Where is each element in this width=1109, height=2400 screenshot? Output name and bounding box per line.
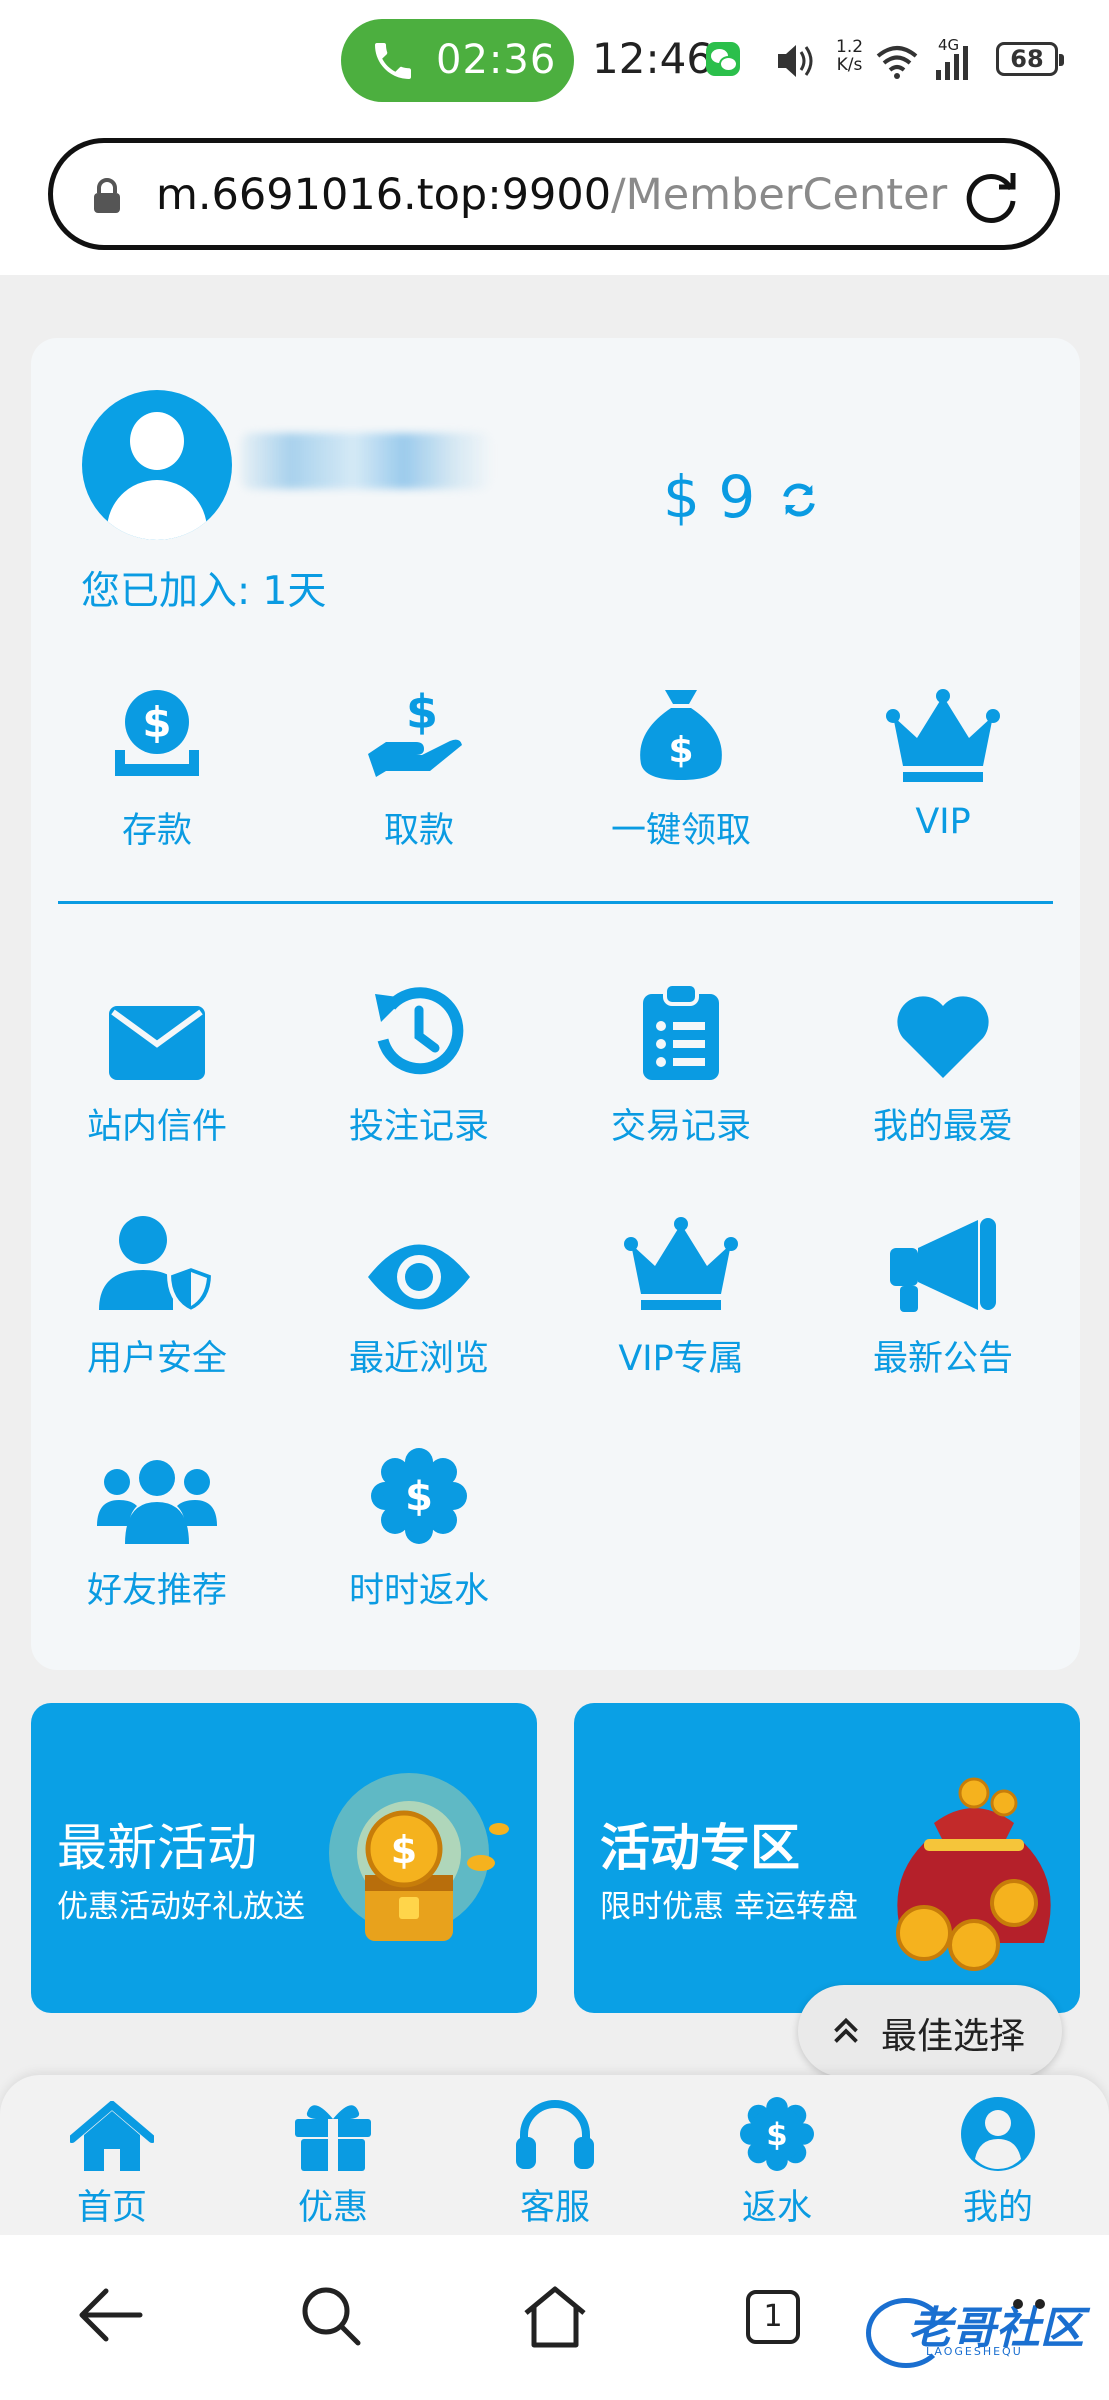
reload-icon[interactable] — [963, 167, 1021, 225]
svg-text:$: $ — [142, 698, 171, 747]
wechat-notification-icon — [706, 42, 740, 76]
nav-customer-service[interactable]: 客服 — [475, 2097, 635, 2230]
clock: 12:46 — [592, 34, 714, 83]
tab-count-button[interactable]: 1 — [746, 2290, 800, 2344]
double-chevron-up-icon — [834, 2017, 858, 2043]
member-card: 您已加入: 1天 $ 9 $ 存款 $ 取款 $ 一键领取 VIP 站内信件 投… — [31, 338, 1080, 1670]
heart-icon — [897, 996, 989, 1078]
url-path: /MemberCenter — [611, 170, 948, 220]
menu-instant-rebate[interactable]: $ 时时返水 — [289, 1438, 549, 1613]
svg-text:$: $ — [766, 2117, 787, 2153]
nav-rebate[interactable]: $ 返水 — [697, 2097, 857, 2230]
network-speed: 1.2 K/s — [836, 37, 864, 75]
promo-latest-events[interactable]: 最新活动 优惠活动好礼放送 $ — [31, 1703, 537, 2013]
home-icon[interactable] — [522, 2285, 588, 2349]
menu-refer-friends[interactable]: 好友推荐 — [27, 1438, 287, 1613]
treasure-chest-illustration: $ — [329, 1773, 509, 1941]
nav-promotions[interactable]: 优惠 — [253, 2097, 413, 2230]
best-choice-button[interactable]: 最佳选择 — [798, 1985, 1062, 2077]
site-bottom-nav: 首页 优惠 客服 $ 返水 我的 — [0, 2075, 1109, 2235]
promo-title: 最新活动 — [57, 1819, 257, 1877]
menu-vip-exclusive[interactable]: VIP专属 — [551, 1206, 811, 1381]
joined-days: 您已加入: 1天 — [81, 569, 327, 614]
withdraw-button[interactable]: $ 取款 — [289, 678, 549, 853]
headset-icon — [516, 2100, 594, 2169]
megaphone-icon — [890, 1218, 996, 1312]
phone-icon — [375, 43, 411, 79]
menu-favorites[interactable]: 我的最爱 — [813, 974, 1073, 1149]
member-center-page: 您已加入: 1天 $ 9 $ 存款 $ 取款 $ 一键领取 VIP 站内信件 投… — [0, 275, 1109, 2235]
url-host: m.6691016.top:9900 — [156, 170, 612, 220]
address-bar[interactable]: m.6691016.top:9900/MemberCenter — [48, 138, 1060, 250]
nav-home[interactable]: 首页 — [32, 2097, 192, 2230]
menu-announcements[interactable]: 最新公告 — [813, 1206, 1073, 1381]
crown-icon — [886, 689, 1000, 782]
volume-icon — [778, 45, 813, 77]
crown-icon — [624, 1217, 738, 1310]
call-timer: 02:36 — [436, 37, 557, 83]
gift-icon — [295, 2105, 371, 2171]
menu-recent-views[interactable]: 最近浏览 — [289, 1206, 549, 1381]
history-icon — [375, 987, 464, 1075]
one-click-claim-button[interactable]: $ 一键领取 — [551, 678, 811, 853]
svg-text:$: $ — [406, 685, 438, 739]
promo-event-zone[interactable]: 活动专区 限时优惠 幸运转盘 — [574, 1703, 1080, 2013]
watermark-subtext: LAOGESHEQU — [926, 2345, 1023, 2358]
more-menu-icon[interactable] — [1010, 2297, 1050, 2311]
ongoing-call-pill[interactable]: 02:36 — [341, 19, 574, 102]
dollar-badge-icon: $ — [740, 2097, 814, 2171]
network-type: 4G — [938, 36, 960, 54]
svg-text:$: $ — [668, 730, 693, 771]
promo-subtitle: 优惠活动好礼放送 — [57, 1889, 305, 1925]
home-icon — [70, 2101, 154, 2171]
balance: $ 9 — [663, 463, 756, 531]
promo-title: 活动专区 — [600, 1819, 800, 1877]
wifi-icon — [876, 46, 918, 79]
vip-button[interactable]: VIP — [813, 678, 1073, 842]
deposit-button[interactable]: $ 存款 — [27, 678, 287, 853]
menu-bet-records[interactable]: 投注记录 — [289, 974, 549, 1149]
eye-icon — [368, 1244, 470, 1310]
nav-profile[interactable]: 我的 — [918, 2097, 1078, 2230]
browser-toolbar: 1 老哥社区 LAOGESHEQU — [0, 2235, 1109, 2400]
status-bar: 02:36 12:46 1.2 K/s 4G 68 — [0, 0, 1109, 125]
promo-subtitle: 限时优惠 幸运转盘 — [600, 1889, 858, 1925]
deposit-icon: $ — [115, 690, 199, 776]
username-blurred — [241, 433, 491, 489]
withdraw-icon: $ — [368, 685, 462, 777]
dollar-badge-icon: $ — [371, 1448, 467, 1544]
avatar[interactable] — [82, 390, 232, 540]
user-shield-icon — [99, 1216, 215, 1312]
url-text[interactable]: m.6691016.top:9900/MemberCenter — [156, 170, 947, 220]
envelope-icon — [109, 1006, 205, 1080]
users-icon — [97, 1460, 217, 1544]
lock-icon — [94, 178, 120, 213]
svg-text:$: $ — [391, 1828, 417, 1872]
battery-indicator: 68 — [996, 42, 1064, 76]
menu-inbox[interactable]: 站内信件 — [27, 974, 287, 1149]
menu-account-security[interactable]: 用户安全 — [27, 1206, 287, 1381]
svg-text:$: $ — [405, 1474, 433, 1520]
back-arrow-icon[interactable] — [78, 2285, 144, 2345]
lucky-bag-illustration — [896, 1777, 1051, 1971]
user-circle-icon — [961, 2097, 1035, 2171]
clipboard-icon — [643, 984, 719, 1080]
money-bag-icon: $ — [640, 690, 722, 780]
section-divider — [58, 901, 1053, 904]
search-icon[interactable] — [300, 2285, 364, 2349]
menu-transaction-records[interactable]: 交易记录 — [551, 974, 811, 1149]
refresh-balance-icon[interactable] — [779, 480, 819, 520]
watermark-logo: 老哥社区 LAOGESHEQU — [866, 2290, 1106, 2370]
